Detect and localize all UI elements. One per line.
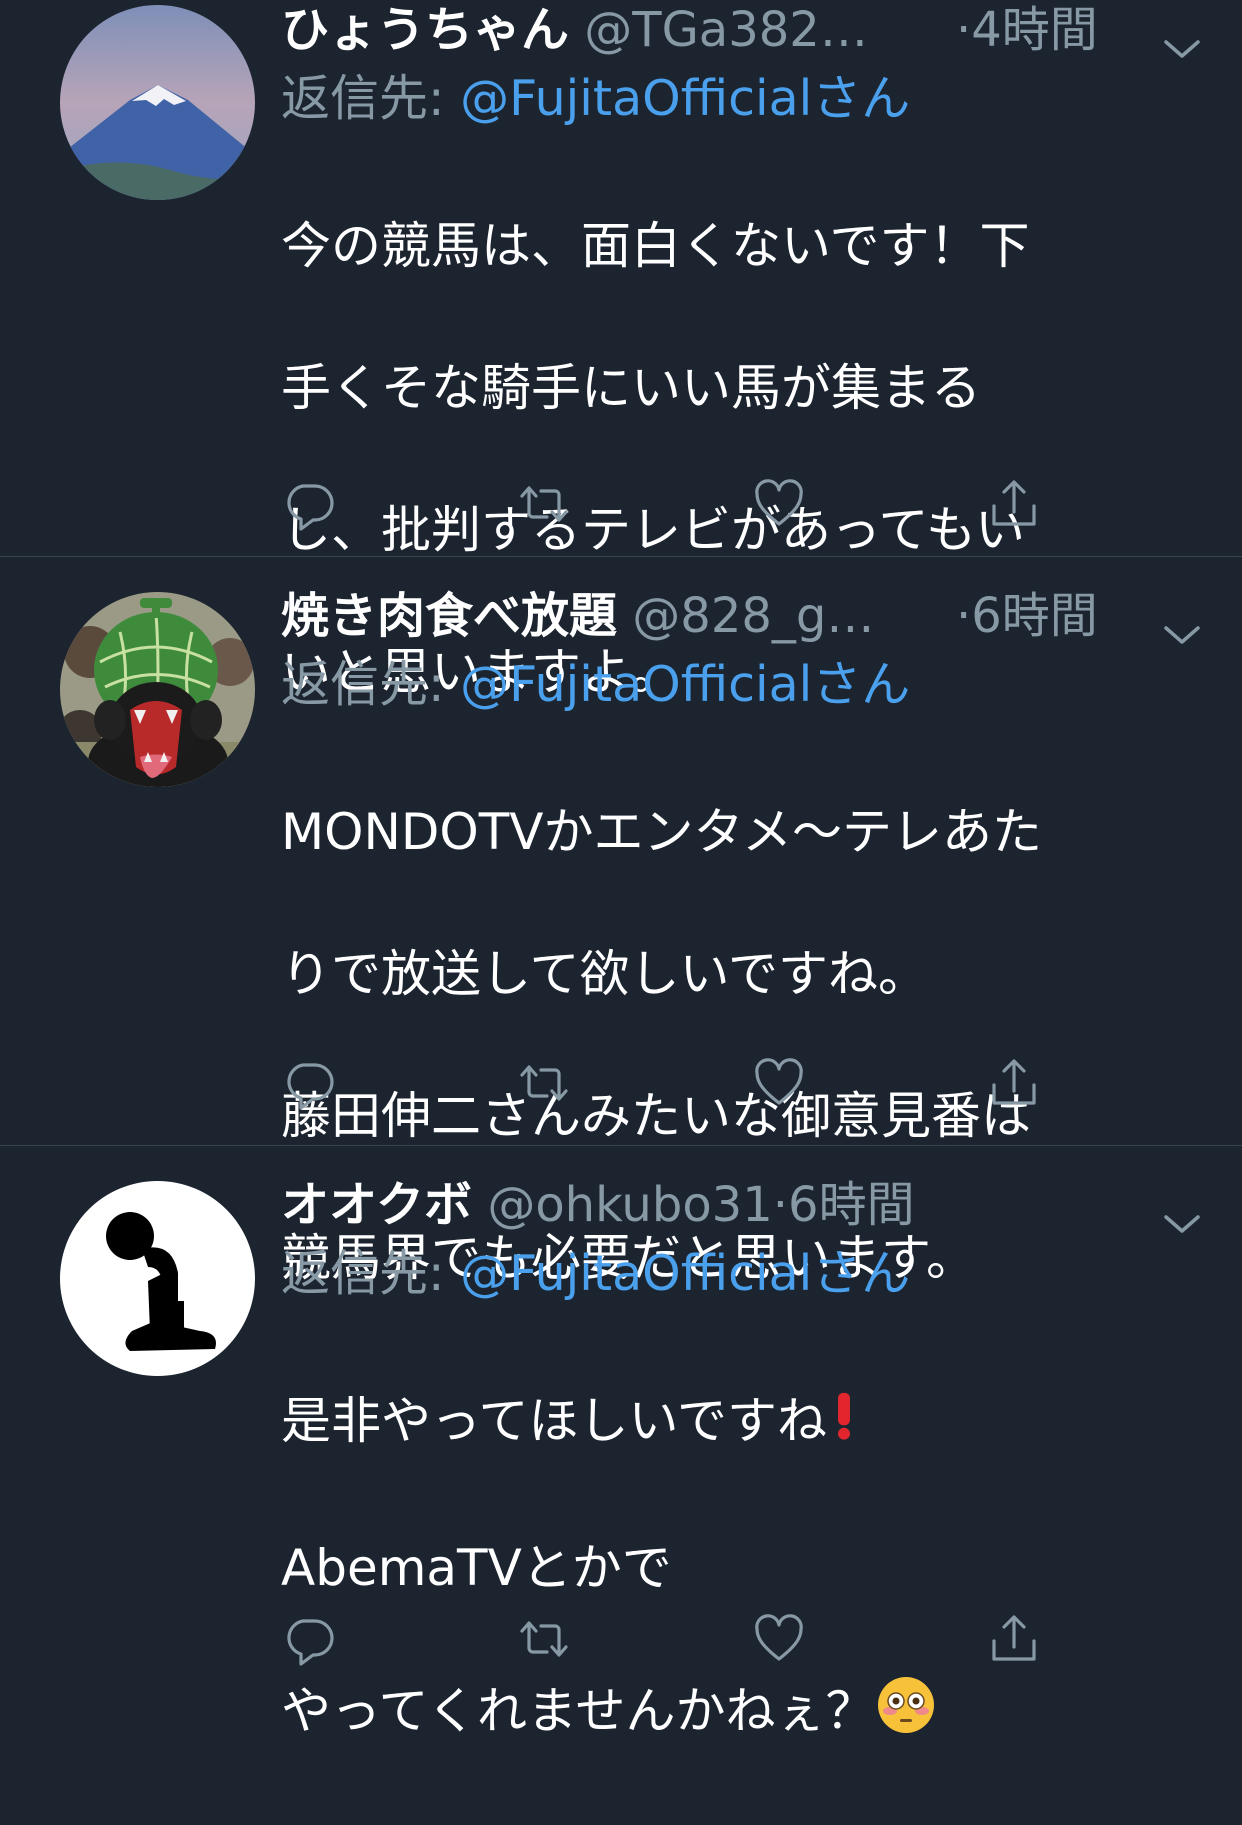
- reply-context: 返信先: @FujitaOfficialさん: [281, 648, 1202, 722]
- tweet-text-line: 今の競馬は、面白くないです！下: [281, 217, 1030, 275]
- melon-bear-avatar[interactable]: [60, 592, 255, 787]
- tweet-text-line-wrap: 是非やってほしいですね: [281, 1386, 1202, 1462]
- heart-icon[interactable]: [751, 1611, 807, 1667]
- heart-icon[interactable]: [751, 476, 807, 532]
- red-exclamation-emoji: [827, 1387, 861, 1462]
- chevron-down-icon[interactable]: [1162, 16, 1202, 58]
- display-name[interactable]: ひょうちゃん: [281, 2, 569, 58]
- separator: ·: [956, 2, 972, 58]
- action-bar: [281, 1055, 1061, 1111]
- display-name[interactable]: 焼き肉食べ放題: [281, 588, 617, 644]
- reply-icon[interactable]: [281, 476, 337, 532]
- mount-fuji-avatar[interactable]: [60, 5, 255, 200]
- tweet[interactable]: 焼き肉食べ放題 @828_g… ·6時間 返信先: @FujitaOfficia…: [0, 557, 1242, 1287]
- share-icon[interactable]: [986, 1611, 1042, 1667]
- reply-label: 返信先:: [281, 656, 461, 713]
- tweet-text-line: 是非やってほしいですね: [281, 1392, 827, 1450]
- retweet-icon[interactable]: [516, 1055, 572, 1111]
- reply-icon[interactable]: [281, 1611, 337, 1667]
- reply-icon[interactable]: [281, 1055, 337, 1111]
- chevron-down-icon[interactable]: [1162, 602, 1202, 644]
- share-icon[interactable]: [986, 1055, 1042, 1111]
- tweet-text: 是非やってほしいですね AbemaTVとかで やってくれませんかねぇ？: [281, 1315, 1202, 1825]
- retweet-icon[interactable]: [516, 476, 572, 532]
- tweet-text-line: やってくれませんかねぇ？: [281, 1682, 876, 1740]
- share-icon[interactable]: [986, 476, 1042, 532]
- reply-label: 返信先:: [281, 1245, 461, 1302]
- reply-label: 返信先:: [281, 70, 461, 127]
- timestamp[interactable]: 4時間: [971, 2, 1098, 58]
- timestamp[interactable]: 6時間: [971, 588, 1098, 644]
- retweet-icon[interactable]: [516, 1611, 572, 1667]
- user-handle[interactable]: @TGa382…: [584, 2, 868, 58]
- action-bar: [281, 476, 1061, 532]
- user-handle[interactable]: @ohkubo31: [487, 1177, 772, 1233]
- heart-icon[interactable]: [751, 1055, 807, 1111]
- reply-handle-link[interactable]: @FujitaOfficialさん: [460, 70, 910, 127]
- tweet-text-line-wrap: やってくれませんかねぇ？: [281, 1675, 1202, 1754]
- flushed-face-emoji: [876, 1675, 936, 1754]
- tweet-text-line: りで放送して欲しいですね。: [281, 945, 928, 1003]
- tweet-text-line: MONDOTVかエンタメ〜テレあた: [281, 803, 1042, 861]
- tweet[interactable]: ひょうちゃん @TGa382… ·4時間 返信先: @FujitaOfficia…: [0, 0, 1242, 701]
- reply-handle-link[interactable]: @FujitaOfficialさん: [460, 1245, 910, 1302]
- separator: ·: [772, 1177, 789, 1233]
- user-handle[interactable]: @828_g…: [632, 588, 874, 644]
- tweet-text-line: AbemaTVとかで: [281, 1539, 672, 1597]
- reply-handle-link[interactable]: @FujitaOfficialさん: [460, 656, 910, 713]
- separator: ·: [956, 588, 972, 644]
- timestamp[interactable]: 6時間: [788, 1177, 915, 1233]
- reply-context: 返信先: @FujitaOfficialさん: [281, 62, 1202, 136]
- chevron-down-icon[interactable]: [1162, 1191, 1202, 1233]
- display-name[interactable]: オオクボ: [281, 1177, 472, 1233]
- tweet[interactable]: オオクボ @ohkubo31·6時間 返信先: @FujitaOfficialさ…: [0, 1146, 1242, 1740]
- reply-context: 返信先: @FujitaOfficialさん: [281, 1237, 1202, 1311]
- tweet-text-line: 手くそな騎手にいい馬が集まる: [281, 359, 981, 417]
- kneeling-figure-avatar[interactable]: [60, 1181, 255, 1376]
- timeline: ひょうちゃん @TGa382… ·4時間 返信先: @FujitaOfficia…: [0, 0, 1242, 1740]
- action-bar: [281, 1611, 1061, 1667]
